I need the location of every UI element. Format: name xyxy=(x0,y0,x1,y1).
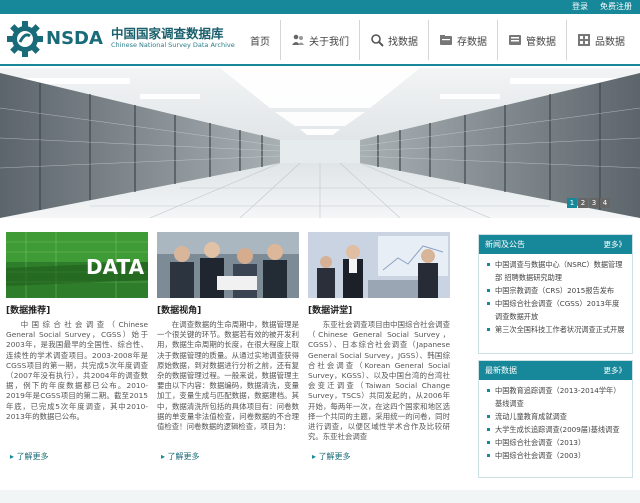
page: 登录 免费注册 NSDA 中国国家调查数据库 Chinese National … xyxy=(0,0,640,503)
logo-name-cn: 中国国家调查数据库 xyxy=(111,26,224,41)
register-link[interactable]: 免费注册 xyxy=(600,1,632,12)
banner-page-3[interactable]: 3 xyxy=(589,198,599,208)
banner-page-1[interactable]: 1 xyxy=(567,198,577,208)
column-body: 东亚社会调查项目由中国综合社会调查（Chinese General Social… xyxy=(308,320,450,442)
latest-data-item[interactable]: 中国教育追踪调查（2013-2014学年）基线调查 xyxy=(487,384,626,410)
column-title: [数据讲堂] xyxy=(308,306,353,316)
data-thumb-text: DATA xyxy=(86,255,145,279)
grid-icon xyxy=(578,34,590,46)
nav-review-data-label: 品数据 xyxy=(595,36,625,48)
column-data-lecture: [数据讲堂] 东亚社会调查项目由中国综合社会调查（Chinese General… xyxy=(308,232,450,448)
logo-abbreviation: NSDA xyxy=(46,28,103,49)
column-title: [数据视角] xyxy=(157,306,202,316)
nav-about[interactable]: 关于我们 xyxy=(281,20,360,60)
latest-data-title: 最新数据 xyxy=(485,366,517,375)
main-nav: 首页 关于我们 找数据 存数据 管数据 品数据 xyxy=(240,20,635,60)
news-item[interactable]: 中国调查与数据中心（NSRC）数据管理部 招聘数据研究助理 xyxy=(487,258,626,284)
banner-pager: 1 2 3 4 xyxy=(567,198,610,208)
nav-find-data-label: 找数据 xyxy=(388,36,418,48)
news-panel: 新闻及公告 更多》 中国调查与数据中心（NSRC）数据管理部 招聘数据研究助理 … xyxy=(478,234,633,354)
news-more-link[interactable]: 更多》 xyxy=(604,239,627,250)
nav-store-data[interactable]: 存数据 xyxy=(429,20,498,60)
learn-more-link-3[interactable]: 了解更多 xyxy=(312,451,351,462)
latest-data-item[interactable]: 中国综合社会调查（2013） xyxy=(487,436,626,449)
people-icon xyxy=(292,34,304,45)
account-links: 登录 免费注册 xyxy=(572,1,632,12)
top-bar: 登录 免费注册 xyxy=(0,0,640,14)
footer-strip xyxy=(0,490,640,503)
login-link[interactable]: 登录 xyxy=(572,1,588,12)
learn-more-link-1[interactable]: 了解更多 xyxy=(10,451,49,462)
latest-data-item[interactable]: 流动儿童教育成就调查 xyxy=(487,410,626,423)
nav-review-data[interactable]: 品数据 xyxy=(567,20,635,60)
folder-icon xyxy=(440,35,452,45)
office-thumbnail[interactable] xyxy=(308,232,450,298)
column-body: 在调查数据的生命周期中，数据管理是一个很关键的环节。数据若有效的被开发利用，数据… xyxy=(157,320,299,432)
banner-page-2[interactable]: 2 xyxy=(578,198,588,208)
news-item[interactable]: 第三次全国科技工作者状况调查正式开展 xyxy=(487,323,626,336)
server-room-image xyxy=(0,68,640,218)
column-body: 中国综合社会调查（Chinese General Social Survey，C… xyxy=(6,320,148,421)
data-thumbnail[interactable]: DATA xyxy=(6,232,148,298)
column-data-perspective: [数据视角] 在调查数据的生命周期中，数据管理是一个很关键的环节。数据若有效的被… xyxy=(157,232,299,448)
news-list: 中国调查与数据中心（NSRC）数据管理部 招聘数据研究助理 中国宗教调查（CRS… xyxy=(479,254,632,338)
nav-home[interactable]: 首页 xyxy=(240,20,281,60)
news-title: 新闻及公告 xyxy=(485,240,525,249)
logo-name-en: Chinese National Survey Data Archive xyxy=(111,41,235,49)
latest-data-item[interactable]: 大学生成长追踪调查(2009届)基线调查 xyxy=(487,423,626,436)
latest-data-list: 中国教育追踪调查（2013-2014学年）基线调查 流动儿童教育成就调查 大学生… xyxy=(479,380,632,464)
business-people-image xyxy=(157,232,299,298)
office-team-image xyxy=(308,232,450,298)
banner-page-4[interactable]: 4 xyxy=(600,198,610,208)
column-data-recommend: DATA [数据推荐] 中国综合社会调查（Chinese General Soc… xyxy=(6,232,148,448)
gear-logo-icon xyxy=(7,21,43,57)
search-icon xyxy=(371,34,384,47)
latest-data-panel: 最新数据 更多》 中国教育追踪调查（2013-2014学年）基线调查 流动儿童教… xyxy=(478,360,633,478)
nav-manage-data[interactable]: 管数据 xyxy=(498,20,567,60)
nav-find-data[interactable]: 找数据 xyxy=(360,20,429,60)
news-header: 新闻及公告 更多》 xyxy=(479,235,632,254)
news-item[interactable]: 中国宗教调查（CRS）2015报告发布 xyxy=(487,284,626,297)
banner-slideshow[interactable]: 1 2 3 4 xyxy=(0,68,640,218)
latest-data-more-link[interactable]: 更多》 xyxy=(604,365,627,376)
nav-store-data-label: 存数据 xyxy=(457,36,487,48)
latest-data-header: 最新数据 更多》 xyxy=(479,361,632,380)
latest-data-item[interactable]: 中国综合社会调查（2003） xyxy=(487,449,626,462)
news-item[interactable]: 中国综合社会调查（CGSS）2013年度调查数据开放 xyxy=(487,297,626,323)
nav-about-label: 关于我们 xyxy=(309,36,349,48)
column-title: [数据推荐] xyxy=(6,306,51,316)
nav-home-label: 首页 xyxy=(250,36,270,48)
site-logo[interactable]: NSDA 中国国家调查数据库 Chinese National Survey D… xyxy=(6,20,235,60)
site-header: NSDA 中国国家调查数据库 Chinese National Survey D… xyxy=(0,14,640,66)
learn-more-link-2[interactable]: 了解更多 xyxy=(161,451,200,462)
people-thumbnail[interactable] xyxy=(157,232,299,298)
nav-manage-data-label: 管数据 xyxy=(526,36,556,48)
database-icon xyxy=(509,35,521,45)
data-banner-image: DATA xyxy=(6,232,148,298)
